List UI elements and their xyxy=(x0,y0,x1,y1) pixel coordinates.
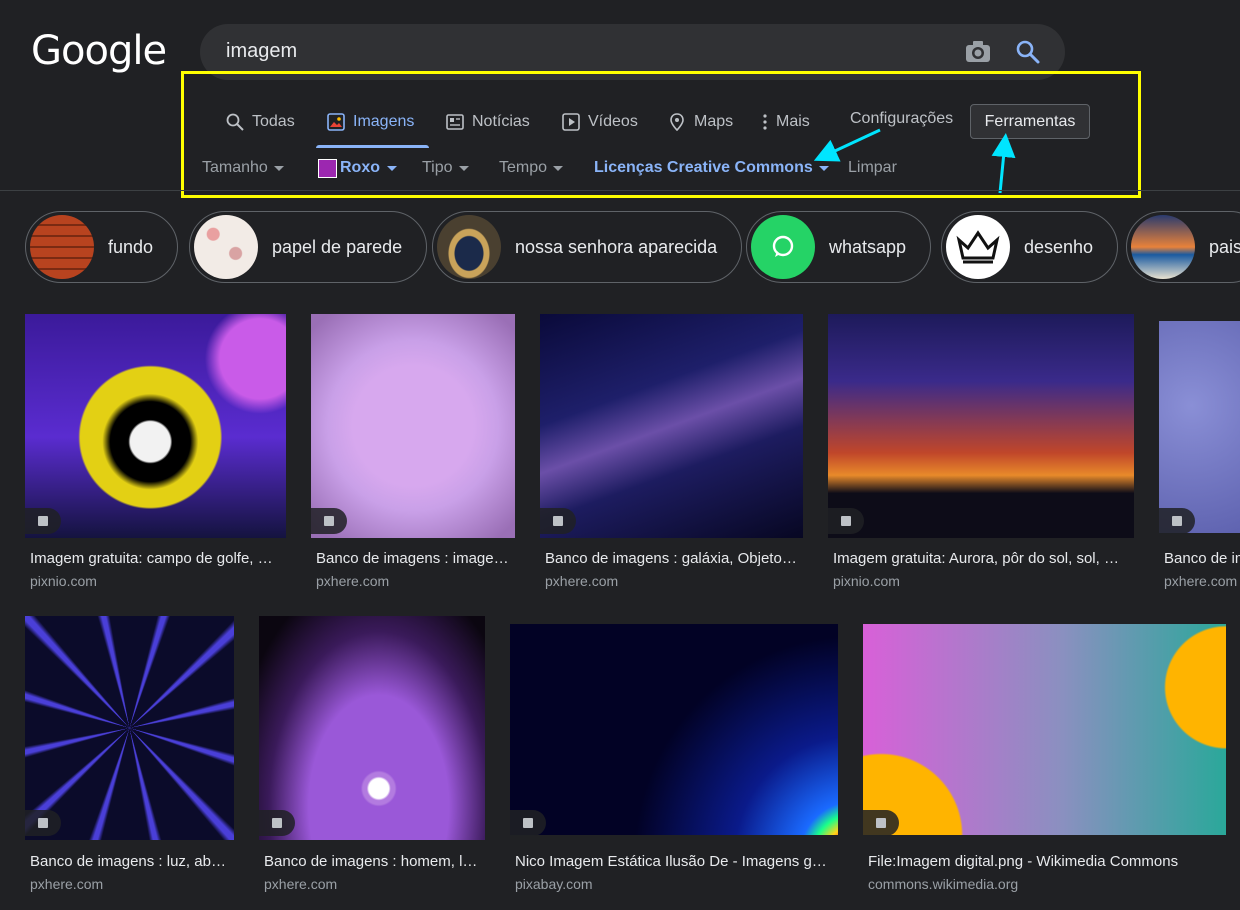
crown-icon xyxy=(956,230,1000,264)
result-title[interactable]: Nico Imagem Estática Ilusão De - Imagens… xyxy=(515,853,835,870)
search-icon[interactable] xyxy=(1015,39,1041,65)
chip-label: papel de parede xyxy=(272,236,403,257)
chip-thumbnail xyxy=(437,215,501,279)
image-result[interactable]: Banco de imagens : homem, l… pxhere.com xyxy=(259,616,485,898)
result-thumbnail[interactable] xyxy=(25,314,286,538)
image-result[interactable]: Banco de im pxhere.com xyxy=(1159,321,1240,594)
image-badge-icon xyxy=(540,508,576,534)
result-title[interactable]: Imagem gratuita: campo de golfe, … xyxy=(30,550,282,567)
result-title[interactable]: Banco de im xyxy=(1164,550,1240,567)
chip-papel-de-parede[interactable]: papel de parede xyxy=(189,211,428,283)
result-thumbnail[interactable] xyxy=(540,314,803,538)
chip-label: desenho xyxy=(1024,236,1094,257)
result-thumbnail[interactable] xyxy=(863,624,1226,835)
related-searches: fundo papel de parede nossa senhora apar… xyxy=(0,211,1240,285)
image-result[interactable]: Banco de imagens : luz, ab… pxhere.com xyxy=(25,616,234,898)
chip-thumbnail xyxy=(194,215,258,279)
google-logo[interactable]: Google xyxy=(31,28,167,74)
image-badge-icon xyxy=(828,508,864,534)
camera-icon[interactable] xyxy=(965,40,991,64)
result-thumbnail[interactable] xyxy=(311,314,515,538)
result-source: pixnio.com xyxy=(833,573,900,589)
highlight-box xyxy=(181,71,1141,198)
chip-thumbnail xyxy=(946,215,1010,279)
image-result[interactable]: Imagem gratuita: campo de golfe, … pixni… xyxy=(25,314,286,594)
result-title[interactable]: Banco de imagens : galáxia, Objeto… xyxy=(545,550,799,567)
result-thumbnail[interactable] xyxy=(1159,321,1240,533)
result-thumbnail[interactable] xyxy=(25,616,234,840)
chip-whatsapp[interactable]: whatsapp xyxy=(746,211,932,283)
result-source: pxhere.com xyxy=(264,876,338,892)
divider xyxy=(0,190,1240,191)
chip-label: nossa senhora aparecida xyxy=(515,236,718,257)
result-source: pxhere.com xyxy=(316,573,390,589)
result-title[interactable]: Banco de imagens : luz, ab… xyxy=(30,853,230,870)
result-title[interactable]: Banco de imagens : image… xyxy=(316,550,512,567)
chip-desenho[interactable]: desenho xyxy=(941,211,1119,283)
image-badge-icon xyxy=(25,810,61,836)
result-source: pxhere.com xyxy=(30,876,104,892)
result-source: pxhere.com xyxy=(1164,573,1238,589)
search-input[interactable]: imagem xyxy=(226,40,297,63)
image-badge-icon xyxy=(311,508,347,534)
whatsapp-icon xyxy=(772,235,794,257)
chip-label: fundo xyxy=(108,236,154,257)
result-source: pixabay.com xyxy=(515,876,593,892)
chip-fundo[interactable]: fundo xyxy=(25,211,179,283)
chip-label: whatsapp xyxy=(829,236,907,257)
result-thumbnail[interactable] xyxy=(259,616,485,840)
result-thumbnail[interactable] xyxy=(510,624,838,835)
chip-thumbnail xyxy=(1131,215,1195,279)
result-title[interactable]: File:Imagem digital.png - Wikimedia Comm… xyxy=(868,853,1223,870)
chip-label: pais xyxy=(1209,236,1240,257)
image-badge-icon xyxy=(259,810,295,836)
image-result[interactable]: File:Imagem digital.png - Wikimedia Comm… xyxy=(863,624,1226,898)
result-source: pixnio.com xyxy=(30,573,97,589)
result-source: pxhere.com xyxy=(545,573,619,589)
image-badge-icon xyxy=(1159,508,1195,534)
image-result[interactable]: Banco de imagens : galáxia, Objeto… pxhe… xyxy=(540,314,803,594)
chip-thumbnail xyxy=(751,215,815,279)
result-title[interactable]: Banco de imagens : homem, l… xyxy=(264,853,482,870)
result-thumbnail[interactable] xyxy=(828,314,1134,538)
image-badge-icon xyxy=(510,810,546,836)
chip-thumbnail xyxy=(30,215,94,279)
image-result[interactable]: Imagem gratuita: Aurora, pôr do sol, sol… xyxy=(828,314,1134,594)
result-source: commons.wikimedia.org xyxy=(868,876,1019,892)
image-result[interactable]: Nico Imagem Estática Ilusão De - Imagens… xyxy=(510,624,838,898)
chip-nossa-senhora-aparecida[interactable]: nossa senhora aparecida xyxy=(432,211,743,283)
image-badge-icon xyxy=(863,810,899,836)
image-result[interactable]: Banco de imagens : image… pxhere.com xyxy=(311,314,515,594)
chip-pais[interactable]: pais xyxy=(1126,211,1240,283)
result-title[interactable]: Imagem gratuita: Aurora, pôr do sol, sol… xyxy=(833,550,1129,567)
image-badge-icon xyxy=(25,508,61,534)
